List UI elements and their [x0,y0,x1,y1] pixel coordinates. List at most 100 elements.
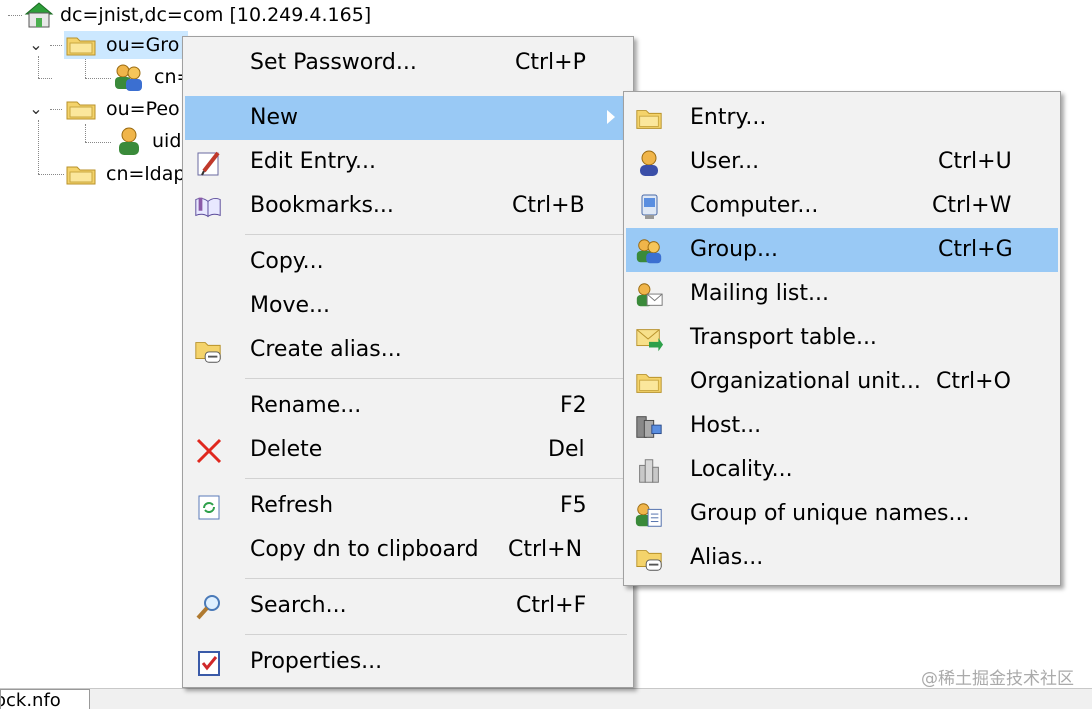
menu-item-label: Entry... [690,105,767,130]
watermark: @稀土掘金技术社区 [921,669,1074,689]
tree-node-group-entry[interactable]: cn= [110,63,192,91]
folder-icon [636,110,662,129]
new-submenu: Entry... User... Ctrl+U Computer... Ctrl… [623,91,1061,586]
submenu-item-user[interactable]: User... Ctrl+U [626,140,1058,184]
tree-node-user-entry[interactable]: uid [114,127,181,155]
tree-node-label: uid [152,130,182,152]
submenu-item-computer[interactable]: Computer... Ctrl+W [626,184,1058,228]
menu-item-label: Delete [250,437,323,462]
tree-node-label: ou=Peo [106,98,180,120]
menu-item-label: Group of unique names... [690,501,970,526]
menu-item-label: Locality... [690,457,793,482]
tree-connector [50,109,62,110]
menu-item-shortcut: Ctrl+B [512,193,585,218]
tree-node-label: ou=Gro [106,34,180,56]
computer-icon [641,194,658,219]
tree-node-ldap[interactable]: cn=ldap [64,160,185,188]
menu-item-new[interactable]: New [185,96,631,140]
search-icon [196,595,220,620]
tree-connector [85,78,111,79]
menu-item-refresh[interactable]: Refresh F5 [185,484,631,528]
menu-item-label: Transport table... [690,325,877,350]
user-icon [119,127,139,155]
menu-item-shortcut: Ctrl+O [936,369,1011,394]
submenu-item-host[interactable]: Host... [626,404,1058,448]
menu-item-search[interactable]: Search... Ctrl+F [185,584,631,628]
host-server-icon [636,416,662,438]
menu-item-rename[interactable]: Rename... F2 [185,384,631,428]
tree-root-node[interactable]: dc=jnist,dc=com [10.249.4.165] [22,1,371,29]
menu-item-copy[interactable]: Copy... [185,240,631,284]
menu-item-delete[interactable]: Delete Del [185,428,631,472]
locality-building-icon [639,459,659,483]
menu-item-label: Alias... [690,545,764,570]
bottom-tab[interactable]: ock.nfo [0,689,90,709]
tree-connector [85,58,86,78]
menu-item-label: Set Password... [250,50,417,75]
delete-x-icon [196,438,222,464]
user-icon [640,150,658,176]
tree-node-groups[interactable]: ou=Gro [64,31,188,59]
server-home-icon [24,2,54,28]
mailing-list-icon [636,283,663,307]
tree-connector [50,45,62,46]
menu-item-shortcut: Ctrl+W [932,193,1012,218]
refresh-icon [198,495,220,520]
menu-item-set-password[interactable]: Set Password... Ctrl+P [185,41,631,85]
tree-connector [38,78,52,79]
submenu-item-group[interactable]: Group... Ctrl+G [626,228,1058,272]
tree-node-people[interactable]: ou=Peo [64,95,180,123]
menu-item-shortcut: Ctrl+G [938,237,1013,262]
folder-icon [636,374,662,393]
menu-separator [245,234,627,235]
tree-connector [85,142,111,143]
submenu-item-locality[interactable]: Locality... [626,448,1058,492]
tree-connector [38,120,39,174]
menu-item-move[interactable]: Move... [185,284,631,328]
transport-mail-icon [636,329,664,352]
menu-item-create-alias[interactable]: Create alias... [185,328,631,372]
menu-item-shortcut: F5 [560,493,587,518]
alias-folder-icon [195,342,221,363]
group-list-icon [635,503,662,527]
bottom-tab-label: ock.nfo [0,690,61,709]
menu-item-label: Bookmarks... [250,193,394,218]
submenu-item-entry[interactable]: Entry... [626,96,1058,140]
context-menu: Set Password... Ctrl+P New Edit Entry...… [182,36,634,688]
group-icon [636,239,662,264]
folder-icon [66,101,96,120]
folder-icon [66,166,96,185]
chevron-down-icon[interactable]: ⌄ [26,98,46,118]
submenu-item-organizational-unit[interactable]: Organizational unit... Ctrl+O [626,360,1058,404]
menu-item-label: New [250,105,298,130]
menu-item-label: Refresh [250,493,334,518]
menu-separator [245,478,627,479]
menu-separator [245,634,627,635]
bottom-tab-bar [0,688,1092,709]
menu-item-bookmarks[interactable]: Bookmarks... Ctrl+B [185,184,631,228]
menu-item-label: Copy... [250,249,324,274]
submenu-item-transport-table[interactable]: Transport table... [626,316,1058,360]
alias-folder-icon [636,550,662,571]
menu-item-label: Organizational unit... [690,369,921,394]
menu-item-edit-entry[interactable]: Edit Entry... [185,140,631,184]
tree-root-label: dc=jnist,dc=com [10.249.4.165] [60,4,372,26]
menu-item-shortcut: Del [548,437,585,462]
submenu-arrow-icon [607,110,615,124]
tree-connector [38,56,39,78]
submenu-item-mailing-list[interactable]: Mailing list... [626,272,1058,316]
chevron-down-icon[interactable]: ⌄ [26,34,46,54]
submenu-item-alias[interactable]: Alias... [626,536,1058,580]
tree-connector [38,174,64,175]
menu-item-label: Search... [250,593,347,618]
menu-item-label: User... [690,149,760,174]
menu-item-shortcut: Ctrl+F [516,593,587,618]
menu-item-label: Copy dn to clipboard [250,537,479,562]
menu-item-shortcut: Ctrl+U [938,149,1012,174]
submenu-item-group-of-unique-names[interactable]: Group of unique names... [626,492,1058,536]
menu-item-label: Host... [690,413,762,438]
tree-connector [85,124,86,142]
menu-item-properties[interactable]: Properties... [185,640,631,684]
menu-item-label: Mailing list... [690,281,829,306]
menu-item-copy-dn[interactable]: Copy dn to clipboard Ctrl+N [185,528,631,572]
